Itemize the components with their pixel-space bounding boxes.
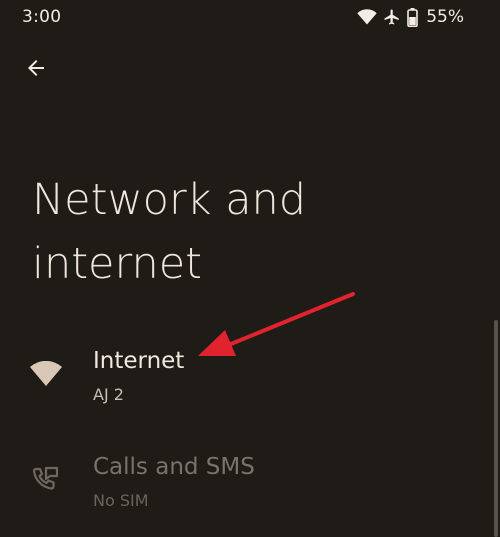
airplane-icon: [383, 8, 401, 26]
wifi-icon: [28, 356, 64, 392]
arrow-left-icon: [28, 60, 44, 76]
list-item-title: Internet: [93, 348, 185, 374]
scrollbar[interactable]: [494, 320, 498, 537]
back-button[interactable]: [16, 48, 56, 88]
list-item-subtitle: AJ 2: [93, 385, 124, 404]
list-item-calls-and-sms[interactable]: Calls and SMS No SIM: [0, 440, 490, 520]
list-item-title: Calls and SMS: [93, 454, 255, 480]
page-title: Network and internet: [32, 175, 307, 289]
status-time: 3:00: [22, 7, 62, 27]
list-item-internet[interactable]: Internet AJ 2: [0, 334, 490, 414]
list-item-subtitle: No SIM: [93, 491, 149, 510]
status-bar: 3:00 55%: [0, 0, 500, 34]
battery-percent: 55%: [426, 7, 464, 27]
calls-sms-icon: [28, 462, 64, 498]
battery-icon: [407, 7, 419, 27]
wifi-status-icon: [357, 9, 377, 25]
status-icons: 55%: [357, 6, 464, 28]
